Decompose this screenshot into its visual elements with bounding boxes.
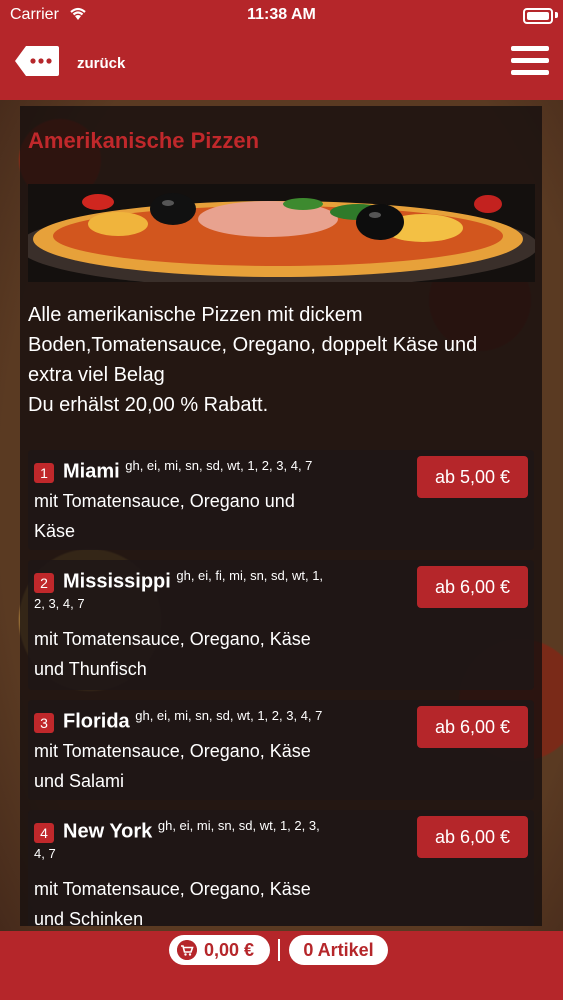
item-name-text: Florida xyxy=(63,710,130,733)
category-card: Amerikanische Pizzen Alle amerikanische … xyxy=(20,106,542,926)
menu-item-new-york[interactable]: 4 New York gh, ei, mi, sn, sd, wt, 1, 2,… xyxy=(28,810,534,926)
item-allergens: gh, ei, mi, sn, sd, wt, 1, 2, 3, 4, 7 xyxy=(125,458,313,473)
item-description-line: und Thunfisch xyxy=(34,659,147,679)
item-number-badge: 3 xyxy=(34,713,54,733)
item-number-badge: 4 xyxy=(34,823,54,843)
menu-item-mississippi[interactable]: 2 Mississippi gh, ei, fi, mi, sn, sd, wt… xyxy=(28,560,534,690)
item-name-text: Miami xyxy=(63,460,120,483)
price-button[interactable]: ab 6,00 € xyxy=(417,566,528,608)
hamburger-menu-icon[interactable] xyxy=(511,46,549,78)
item-description: mit Tomatensauce, Oregano und Käse xyxy=(34,486,334,546)
item-allergens-wrap: 2, 3, 4, 7 xyxy=(34,596,85,611)
item-number-badge: 1 xyxy=(34,463,54,483)
price-button[interactable]: ab 5,00 € xyxy=(417,456,528,498)
item-description-line: mit Tomatensauce, Oregano, Käse xyxy=(34,629,311,649)
description-line: Du erhälst 20,00 % Rabatt. xyxy=(28,394,269,416)
price-button[interactable]: ab 6,00 € xyxy=(417,706,528,748)
item-allergens-wrap: 4, 7 xyxy=(34,846,56,861)
item-description-line: mit Tomatensauce, Oregano, Käse xyxy=(34,741,311,761)
item-allergens: gh, ei, fi, mi, sn, sd, wt, 1, xyxy=(176,568,324,583)
article-count-button[interactable]: 0 Artikel xyxy=(289,935,388,965)
status-bar: Carrier 11:38 AM xyxy=(0,0,563,30)
item-name-text: Mississippi xyxy=(63,570,171,593)
item-number-badge: 2 xyxy=(34,573,54,593)
item-description-line: mit Tomatensauce, Oregano und xyxy=(34,491,295,511)
item-description-line: mit Tomatensauce, Oregano, Käse xyxy=(34,879,311,899)
menu-item-florida[interactable]: 3 Florida gh, ei, mi, sn, sd, wt, 1, 2, … xyxy=(28,700,534,800)
navigation-bar: zurück xyxy=(0,30,563,100)
item-description-line: und Schinken xyxy=(34,909,144,926)
description-line: Boden,Tomatensauce, Oregano, doppelt Käs… xyxy=(28,334,478,356)
back-label[interactable]: zurück xyxy=(77,55,125,72)
item-name: Florida gh, ei, mi, sn, sd, wt, 1, 2, 3,… xyxy=(63,708,322,734)
item-description: mit Tomatensauce, Oregano, Käse und Schi… xyxy=(34,874,334,926)
battery-tip xyxy=(555,12,558,18)
item-description: mit Tomatensauce, Oregano, Käse und Sala… xyxy=(34,736,334,796)
clock: 11:38 AM xyxy=(247,6,316,23)
shopping-cart-icon xyxy=(177,940,197,960)
footer-divider xyxy=(278,939,280,961)
price-button[interactable]: ab 6,00 € xyxy=(417,816,528,858)
category-title: Amerikanische Pizzen xyxy=(28,128,260,153)
back-button[interactable] xyxy=(14,45,60,77)
item-description-line: Käse xyxy=(34,521,76,541)
item-name: Mississippi gh, ei, fi, mi, sn, sd, wt, … xyxy=(63,568,323,594)
pizza-banner-image xyxy=(28,184,535,282)
item-description: mit Tomatensauce, Oregano, Käse und Thun… xyxy=(34,624,334,684)
item-allergens: gh, ei, mi, sn, sd, wt, 1, 2, 3, 4, 7 xyxy=(135,708,323,723)
cart-total-button[interactable]: 0,00 € xyxy=(169,935,270,965)
battery-icon xyxy=(523,8,553,24)
description-line: extra viel Belag xyxy=(28,364,165,386)
item-name: New York gh, ei, mi, sn, sd, wt, 1, 2, 3… xyxy=(63,818,320,844)
cart-total-value: 0,00 € xyxy=(204,940,255,960)
menu-item-miami[interactable]: 1 Miami gh, ei, mi, sn, sd, wt, 1, 2, 3,… xyxy=(28,450,534,550)
item-description-line: und Salami xyxy=(34,771,125,791)
item-name: Miami gh, ei, mi, sn, sd, wt, 1, 2, 3, 4… xyxy=(63,458,312,484)
category-description: Alle amerikanische Pizzen mit dickem Bod… xyxy=(28,300,533,420)
item-name-text: New York xyxy=(63,820,153,843)
description-line: Alle amerikanische Pizzen mit dickem xyxy=(28,304,363,326)
item-allergens: gh, ei, mi, sn, sd, wt, 1, 2, 3, xyxy=(157,818,320,833)
cart-footer: 0,00 € 0 Artikel xyxy=(0,931,563,1000)
